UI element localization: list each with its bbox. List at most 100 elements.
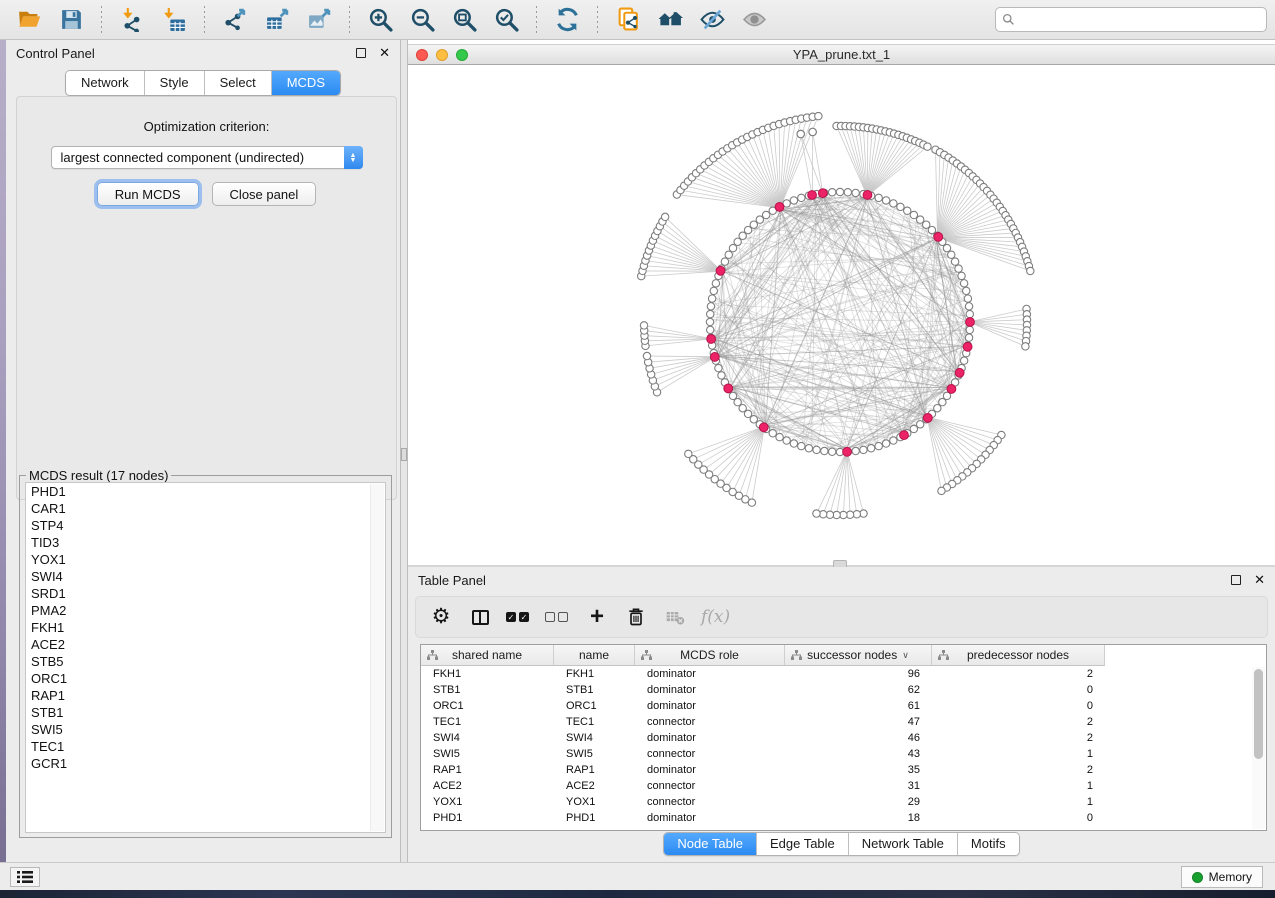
table-row-YOX1[interactable]: YOX1YOX1connector291 [421,794,1266,810]
zoom-fit-button[interactable] [447,4,481,36]
eye-button[interactable] [737,4,771,36]
cell-MCDS-role[interactable]: connector [635,796,785,808]
table-row-RAP1[interactable]: RAP1RAP1dominator352 [421,762,1266,778]
cell-MCDS-role[interactable]: connector [635,748,785,760]
run-mcds-button[interactable]: Run MCDS [97,182,199,206]
mcds-result-item[interactable]: STB1 [26,704,385,721]
import-table-button[interactable] [157,4,191,36]
cell-MCDS-role[interactable]: dominator [635,700,785,712]
cell-name[interactable]: STB1 [554,684,635,696]
houses-button[interactable] [653,4,687,36]
table-row-ORC1[interactable]: ORC1ORC1dominator610 [421,698,1266,714]
column-header-successor-nodes[interactable]: successor nodes∨ [785,645,932,665]
cell-MCDS-role[interactable]: dominator [635,668,785,680]
cell-shared-name[interactable]: ORC1 [421,700,554,712]
add-row-button[interactable]: + [584,602,610,632]
mcds-result-item[interactable]: FKH1 [26,619,385,636]
mcds-result-item[interactable]: GCR1 [26,755,385,772]
mcds-result-item[interactable]: CAR1 [26,500,385,517]
network-canvas[interactable] [408,65,1275,565]
cell-successor-nodes[interactable]: 47 [785,716,932,728]
cell-shared-name[interactable]: TEC1 [421,716,554,728]
cell-shared-name[interactable]: ACE2 [421,780,554,792]
zoom-check-button[interactable] [489,4,523,36]
tab-style[interactable]: Style [145,71,205,95]
cell-name[interactable]: FKH1 [554,668,635,680]
tab-node-table[interactable]: Node Table [664,833,757,855]
cell-predecessor-nodes[interactable]: 1 [932,796,1105,808]
mcds-result-item[interactable]: TEC1 [26,738,385,755]
cell-successor-nodes[interactable]: 31 [785,780,932,792]
cell-successor-nodes[interactable]: 62 [785,684,932,696]
import-network-button[interactable] [115,4,149,36]
cell-MCDS-role[interactable]: dominator [635,732,785,744]
tab-mcds[interactable]: MCDS [272,71,340,95]
mcds-result-item[interactable]: SWI5 [26,721,385,738]
column-header-MCDS-role[interactable]: MCDS role [635,645,785,665]
close-panel-icon[interactable]: ✕ [379,48,390,58]
cell-predecessor-nodes[interactable]: 2 [932,716,1105,728]
cell-name[interactable]: PHD1 [554,812,635,824]
document-network-button[interactable] [611,4,645,36]
table-row-SWI5[interactable]: SWI5SWI5connector431 [421,746,1266,762]
cell-predecessor-nodes[interactable]: 2 [932,764,1105,776]
cell-predecessor-nodes[interactable]: 2 [932,732,1105,744]
mcds-result-item[interactable]: PHD1 [26,483,385,500]
cell-shared-name[interactable]: SWI5 [421,748,554,760]
table-close-panel-icon[interactable]: ✕ [1254,575,1265,585]
cell-name[interactable]: YOX1 [554,796,635,808]
export-image-button[interactable] [302,4,336,36]
column-header-name[interactable]: name [554,645,635,665]
tab-network-table[interactable]: Network Table [849,833,958,855]
select-all-button[interactable]: ✓✓ [506,602,532,632]
deselect-all-button[interactable] [545,602,571,632]
save-floppy-button[interactable] [54,4,88,36]
mcds-result-item[interactable]: TID3 [26,534,385,551]
table-row-TEC1[interactable]: TEC1TEC1connector472 [421,714,1266,730]
search-input[interactable] [1019,13,1260,27]
cell-predecessor-nodes[interactable]: 1 [932,780,1105,792]
mcds-result-item[interactable]: SRD1 [26,585,385,602]
tab-network[interactable]: Network [66,71,145,95]
cell-shared-name[interactable]: PHD1 [421,812,554,824]
mcds-result-item[interactable]: RAP1 [26,687,385,704]
mcds-result-item[interactable]: YOX1 [26,551,385,568]
cell-predecessor-nodes[interactable]: 0 [932,700,1105,712]
mcds-result-item[interactable]: STB5 [26,653,385,670]
cell-shared-name[interactable]: SWI4 [421,732,554,744]
cell-name[interactable]: ORC1 [554,700,635,712]
zoom-out-button[interactable] [405,4,439,36]
cell-predecessor-nodes[interactable]: 0 [932,684,1105,696]
table-row-SWI4[interactable]: SWI4SWI4dominator462 [421,730,1266,746]
table-row-PHD1[interactable]: PHD1PHD1dominator180 [421,810,1266,826]
cell-successor-nodes[interactable]: 29 [785,796,932,808]
cell-name[interactable]: TEC1 [554,716,635,728]
cell-MCDS-role[interactable]: connector [635,780,785,792]
export-table-button[interactable] [260,4,294,36]
cell-successor-nodes[interactable]: 61 [785,700,932,712]
mcds-result-item[interactable]: PMA2 [26,602,385,619]
task-history-button[interactable] [10,867,40,887]
cell-shared-name[interactable]: YOX1 [421,796,554,808]
network-graph[interactable] [408,65,1275,565]
cell-successor-nodes[interactable]: 96 [785,668,932,680]
cell-name[interactable]: SWI4 [554,732,635,744]
tab-select[interactable]: Select [205,71,272,95]
column-header-predecessor-nodes[interactable]: predecessor nodes [932,645,1105,665]
table-row-STB1[interactable]: STB1STB1dominator620 [421,682,1266,698]
cell-successor-nodes[interactable]: 35 [785,764,932,776]
tab-edge-table[interactable]: Edge Table [757,833,849,855]
tab-motifs[interactable]: Motifs [958,833,1019,855]
cell-MCDS-role[interactable]: connector [635,716,785,728]
settings-gear-button[interactable]: ⚙ [428,602,454,632]
cell-name[interactable]: SWI5 [554,748,635,760]
open-folder-button[interactable] [12,4,46,36]
cell-shared-name[interactable]: FKH1 [421,668,554,680]
cell-MCDS-role[interactable]: dominator [635,812,785,824]
mcds-result-scrollbar[interactable] [370,484,384,831]
vertical-splitter-handle[interactable] [401,448,407,461]
optimization-criterion-select[interactable]: largest connected component (undirected)… [51,146,363,169]
cell-MCDS-role[interactable]: dominator [635,764,785,776]
cell-name[interactable]: ACE2 [554,780,635,792]
close-panel-button[interactable]: Close panel [212,182,317,206]
